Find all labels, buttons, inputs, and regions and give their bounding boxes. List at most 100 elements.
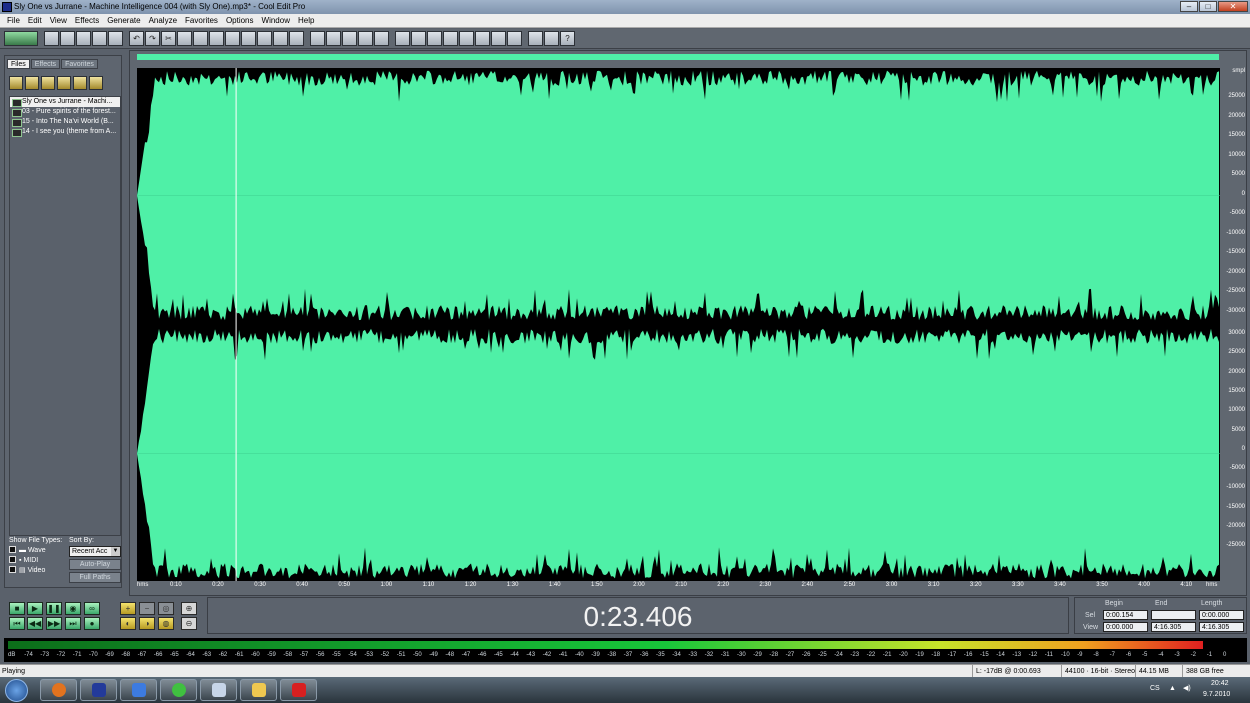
stop-button[interactable]: ■	[9, 602, 25, 615]
overview-bar[interactable]	[137, 54, 1219, 60]
tab-effects[interactable]: Effects	[30, 59, 61, 69]
play-to-end-button[interactable]: ◉	[65, 602, 81, 615]
file-item[interactable]: Sly One vs Jurrane - Machi...	[10, 97, 120, 107]
go-to-end-button[interactable]: ⏭	[65, 617, 81, 630]
new-file-button[interactable]	[44, 31, 59, 46]
minimize-button[interactable]: –	[1180, 1, 1198, 12]
open-file-button[interactable]	[60, 31, 75, 46]
clock-date[interactable]: 9.7.2010	[1203, 691, 1230, 698]
loop-button[interactable]: ∞	[84, 602, 100, 615]
view-end-field[interactable]: 4:16.305	[1151, 622, 1196, 632]
cool-edit-taskbar-icon[interactable]	[80, 679, 117, 701]
copy-button[interactable]	[177, 31, 192, 46]
close-button[interactable]: ✕	[1218, 1, 1248, 12]
zoom-left-icon[interactable]: ◐	[120, 617, 136, 630]
sel-length-field[interactable]: 0:00.000	[1199, 610, 1244, 620]
paste-button[interactable]	[209, 31, 224, 46]
red-app-taskbar-icon[interactable]	[280, 679, 317, 701]
normalize-button[interactable]	[443, 31, 458, 46]
zoom-in-vertical-icon[interactable]: ⊕	[181, 602, 197, 615]
file-item[interactable]: 14 - I see you (theme from A...	[10, 127, 120, 137]
auto-play-button[interactable]: Auto-Play	[69, 559, 121, 570]
mixer-button[interactable]	[342, 31, 357, 46]
save-button[interactable]	[76, 31, 91, 46]
menu-favorites[interactable]: Favorites	[181, 16, 222, 25]
mix-paste-button[interactable]	[241, 31, 256, 46]
maximize-button[interactable]: □	[1199, 1, 1217, 12]
filter-button[interactable]	[374, 31, 389, 46]
view-begin-field[interactable]: 0:00.000	[1103, 622, 1148, 632]
help-icon[interactable]	[89, 76, 103, 90]
properties-button[interactable]	[507, 31, 522, 46]
zoom-right-icon[interactable]: ◑	[139, 617, 155, 630]
toggle-view-button[interactable]	[4, 31, 38, 46]
undo-button[interactable]: ↶	[129, 31, 144, 46]
trim-button[interactable]	[257, 31, 272, 46]
cd-button[interactable]	[528, 31, 543, 46]
menu-effects[interactable]: Effects	[71, 16, 103, 25]
noise-reduction-button[interactable]	[475, 31, 490, 46]
help-button[interactable]: ?	[560, 31, 575, 46]
spectral-view-button[interactable]	[273, 31, 288, 46]
tab-favorites[interactable]: Favorites	[61, 59, 98, 69]
menu-analyze[interactable]: Analyze	[145, 16, 181, 25]
find-button[interactable]	[289, 31, 304, 46]
cut-button[interactable]: ✂	[161, 31, 176, 46]
sort-select[interactable]: Recent Acc ▼	[69, 546, 121, 557]
zoom-out-vertical-icon[interactable]: ⊖	[181, 617, 197, 630]
menu-view[interactable]: View	[46, 16, 71, 25]
wave-checkbox[interactable]	[9, 546, 16, 553]
pause-button[interactable]: ❚❚	[46, 602, 62, 615]
paste-new-button[interactable]	[225, 31, 240, 46]
import-folder-icon[interactable]	[25, 76, 39, 90]
midi-checkbox[interactable]	[9, 556, 16, 563]
document-taskbar-icon[interactable]	[200, 679, 237, 701]
firefox-taskbar-icon[interactable]	[40, 679, 77, 701]
volume-icon[interactable]: ◀)	[1183, 684, 1191, 692]
go-to-start-button[interactable]: ⏮	[9, 617, 25, 630]
open-append-button[interactable]	[92, 31, 107, 46]
marker-button[interactable]	[427, 31, 442, 46]
script-button[interactable]	[544, 31, 559, 46]
play-button[interactable]: ▶	[27, 602, 43, 615]
full-paths-button[interactable]: Full Paths	[69, 572, 121, 583]
settings-button[interactable]	[491, 31, 506, 46]
close-file-button[interactable]	[108, 31, 123, 46]
app-taskbar-icon[interactable]	[120, 679, 157, 701]
rewind-button[interactable]: ◀◀	[27, 617, 43, 630]
eq-button[interactable]	[358, 31, 373, 46]
properties-icon[interactable]	[73, 76, 87, 90]
insert-icon[interactable]	[57, 76, 71, 90]
tab-files[interactable]: Files	[7, 59, 30, 69]
envelope-button[interactable]	[310, 31, 325, 46]
video-checkbox[interactable]	[9, 566, 16, 573]
menu-edit[interactable]: Edit	[24, 16, 46, 25]
open-folder-icon[interactable]	[9, 76, 23, 90]
menu-file[interactable]: File	[3, 16, 24, 25]
record-button[interactable]: ●	[84, 617, 100, 630]
file-item[interactable]: 15 - Into The Na'vi World (B...	[10, 117, 120, 127]
menu-help[interactable]: Help	[294, 16, 318, 25]
forward-button[interactable]: ▶▶	[46, 617, 62, 630]
file-item[interactable]: 03 - Pure spirits of the forest...	[10, 107, 120, 117]
play-list-button[interactable]	[411, 31, 426, 46]
redo-button[interactable]: ↷	[145, 31, 160, 46]
meter-button[interactable]	[326, 31, 341, 46]
cue-list-button[interactable]	[395, 31, 410, 46]
explorer-taskbar-icon[interactable]	[240, 679, 277, 701]
zoom-out-icon[interactable]: −	[139, 602, 155, 615]
zoom-full-icon[interactable]: ◎	[158, 602, 174, 615]
start-button[interactable]	[5, 679, 28, 702]
sel-end-field[interactable]	[1151, 610, 1196, 620]
menu-generate[interactable]: Generate	[103, 16, 144, 25]
show-hidden-icon[interactable]: ▲	[1169, 685, 1176, 692]
view-length-field[interactable]: 4:16.305	[1199, 622, 1244, 632]
zoom-in-icon[interactable]: +	[120, 602, 136, 615]
waveform-display[interactable]	[137, 68, 1220, 581]
language-indicator[interactable]: CS	[1150, 685, 1160, 692]
zoom-selection-icon[interactable]: ◍	[158, 617, 174, 630]
clock-time[interactable]: 20:42	[1211, 680, 1229, 687]
amplify-button[interactable]	[459, 31, 474, 46]
edit-file-icon[interactable]	[41, 76, 55, 90]
sel-begin-field[interactable]: 0:00.154	[1103, 610, 1148, 620]
